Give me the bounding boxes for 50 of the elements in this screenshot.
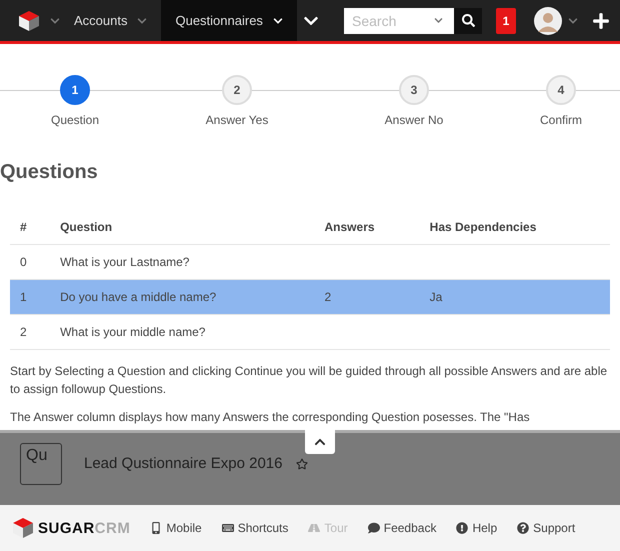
speech-bubble-icon xyxy=(368,522,380,534)
help-text: The Answer column displays how many Answers the corresponding Question posesses. The "Has xyxy=(10,408,531,426)
collapse-button[interactable] xyxy=(305,430,335,454)
column-header: Has Dependencies xyxy=(420,210,610,244)
record-badge: Qu xyxy=(20,443,62,485)
step-circle[interactable]: 4 xyxy=(546,75,576,105)
add-button[interactable] xyxy=(592,12,610,30)
step-circle[interactable]: 2 xyxy=(222,75,252,105)
footer-link[interactable]: Mobile xyxy=(150,521,202,535)
step-circle[interactable]: 3 xyxy=(399,75,429,105)
module-tab[interactable]: Accounts xyxy=(60,0,162,41)
module-tab[interactable]: Questionnaires xyxy=(161,0,297,41)
footer-link[interactable]: Support xyxy=(517,521,576,535)
chevron-up-icon xyxy=(314,436,326,448)
star-icon[interactable] xyxy=(296,458,308,470)
search-icon xyxy=(462,14,474,27)
exclamation-icon xyxy=(456,522,468,534)
search-field[interactable]: Search xyxy=(344,8,434,34)
cube-logo-icon xyxy=(18,10,40,32)
section-heading: Questions xyxy=(0,161,99,184)
search-button[interactable] xyxy=(454,8,482,34)
help-icon xyxy=(517,522,530,534)
record-title: Lead Qustionnaire Expo 2016 xyxy=(84,455,282,472)
step-label: Confirm xyxy=(540,113,582,127)
caret-icon xyxy=(137,16,148,26)
footer-link[interactable]: Shortcuts xyxy=(222,521,288,535)
caret-icon xyxy=(272,16,283,26)
caret-icon[interactable] xyxy=(50,16,60,26)
footer-link[interactable]: Feedback xyxy=(368,521,436,535)
help-text: Start by Selecting a Question and clicking Continue you will be guided through all possible Answers and are able to assign followup Questions. xyxy=(10,362,608,398)
footer-link[interactable]: Help xyxy=(456,521,498,535)
avatar-icon[interactable] xyxy=(534,6,562,34)
column-header: Question xyxy=(50,210,315,244)
step-label: Answer Yes xyxy=(206,113,268,127)
keyboard-icon xyxy=(222,522,234,534)
column-header: Answers xyxy=(314,210,420,244)
step-circle[interactable]: 1 xyxy=(60,75,90,105)
step-label: Question xyxy=(50,113,100,127)
step-label: Answer No xyxy=(384,113,444,127)
cube-logo-icon xyxy=(12,517,34,539)
caret-icon[interactable] xyxy=(434,8,454,34)
phone-icon xyxy=(150,522,162,534)
caret-icon[interactable] xyxy=(568,16,578,26)
notification-badge[interactable]: 1 xyxy=(496,8,516,34)
table-row[interactable]: 0 What is your Lastname? xyxy=(10,244,610,279)
table-row[interactable]: 1 Do you have a middle name? 2 Ja xyxy=(10,279,610,314)
table-row[interactable]: 2 What is your middle name? xyxy=(10,314,610,349)
brand-logo: SUGARCRM xyxy=(38,520,130,536)
road-icon xyxy=(308,522,320,534)
column-header: # xyxy=(10,210,50,244)
